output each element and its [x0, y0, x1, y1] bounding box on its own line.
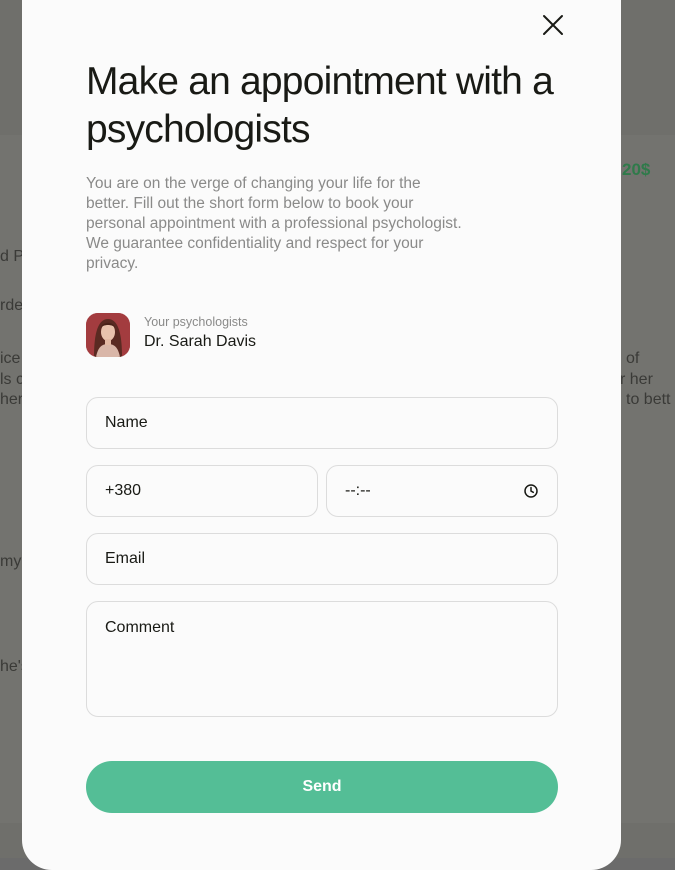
phone-input[interactable]	[86, 465, 318, 517]
background-text: d P	[0, 248, 25, 265]
avatar	[86, 313, 130, 357]
psychologist-caption: Your psychologists	[144, 315, 248, 329]
modal-title: Make an appointment with a psychologists	[86, 60, 554, 151]
background-price: 20$	[622, 160, 651, 179]
time-value: --:--	[345, 482, 371, 499]
background-text: of	[626, 350, 640, 367]
background-text: her	[0, 391, 24, 408]
close-button[interactable]	[541, 13, 565, 37]
time-input[interactable]: --:--	[326, 465, 558, 517]
background-text: ls c	[0, 371, 24, 388]
modal-description: You are on the verge of changing your li…	[86, 175, 462, 272]
close-icon	[543, 15, 563, 35]
email-input[interactable]	[86, 533, 558, 585]
comment-input[interactable]	[86, 601, 558, 717]
psychologist-name: Dr. Sarah Davis	[144, 333, 257, 350]
background-text: to bett	[626, 391, 671, 408]
background-text: r her	[620, 371, 653, 388]
send-button[interactable]: Send	[86, 761, 558, 813]
background-text: rde	[0, 297, 24, 314]
name-input[interactable]	[86, 397, 558, 449]
background-text: ice	[0, 350, 21, 367]
clock-icon[interactable]	[523, 483, 539, 499]
appointment-modal: Make an appointment with a psychologists…	[22, 0, 621, 870]
background-text: my	[0, 553, 22, 570]
